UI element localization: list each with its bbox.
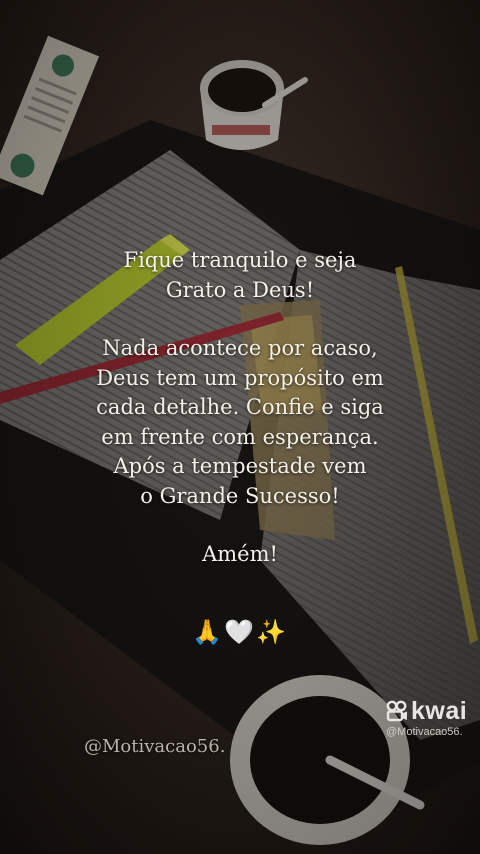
message-closing: Amém! bbox=[202, 542, 278, 566]
message-line: cada detalhe. Confie e siga bbox=[96, 395, 384, 419]
kwai-brand: kwai bbox=[411, 697, 468, 725]
message-text: Fique tranquilo e seja Grato a Deus! Nad… bbox=[0, 246, 480, 570]
author-handle: @Motivacao56. bbox=[84, 736, 226, 757]
message-line: o Grande Sucesso! bbox=[140, 483, 340, 508]
message-line: em frente com esperança. bbox=[101, 424, 379, 449]
message-line: Deus tem um propósito em bbox=[96, 365, 384, 390]
message-line: Fique tranquilo e seja bbox=[123, 248, 357, 272]
kwai-watermark: kwai @Motivacao56. bbox=[386, 698, 470, 738]
emoji-row: 🙏🤍✨ bbox=[192, 618, 288, 646]
kwai-user: @Motivacao56. bbox=[386, 726, 463, 738]
message-line: Nada acontece por acaso, bbox=[102, 336, 378, 360]
message-line: Após a tempestade vem bbox=[113, 454, 367, 478]
message-line: Grato a Deus! bbox=[165, 277, 315, 302]
kwai-logo-icon bbox=[386, 700, 407, 722]
